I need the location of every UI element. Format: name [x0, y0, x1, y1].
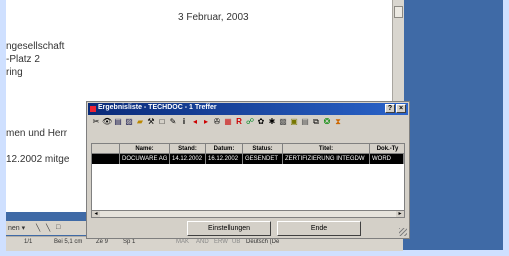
tool-icon[interactable]: ▣: [289, 117, 299, 127]
column-header-marker: [92, 144, 120, 154]
print-icon[interactable]: ▤: [113, 117, 123, 127]
table-row[interactable]: DOCUWARE AG 14.12.2002 16.12.2002 GESEND…: [92, 154, 404, 164]
tool-icon[interactable]: ✿: [256, 117, 266, 127]
settings-button[interactable]: Einstellungen: [187, 221, 271, 236]
help-button[interactable]: ?: [385, 104, 395, 113]
edit-icon[interactable]: ▨: [124, 117, 134, 127]
stamp-icon[interactable]: ⚒: [146, 117, 156, 127]
dialog-title: Ergebnisliste - TECHDOC - 1 Treffer: [98, 104, 217, 111]
next-icon[interactable]: ▸: [201, 117, 211, 127]
drawbar-label[interactable]: nen ▾: [8, 224, 25, 232]
column-header[interactable]: Status:: [243, 144, 283, 154]
cell-stand: 14.12.2002: [170, 154, 206, 164]
arrow-tool-icon[interactable]: ╲: [46, 224, 50, 232]
results-dialog: Ergebnisliste - TECHDOC - 1 Treffer ? × …: [86, 101, 410, 239]
column-header[interactable]: Dok.-Ty: [370, 144, 404, 154]
end-button[interactable]: Ende: [277, 221, 361, 236]
results-table[interactable]: Name: Stand: Datum: Status: Titel: Dok.-…: [91, 143, 405, 211]
view-icon[interactable]: 👁: [102, 117, 112, 127]
scroll-right-icon[interactable]: ▸: [396, 211, 404, 217]
cell-titel: ZERTIFIZIERUNG INTEGDW: [283, 154, 370, 164]
tool-icon[interactable]: ▦: [223, 117, 233, 127]
status-language: Deutsch (De: [246, 239, 280, 245]
status-line: Ze 9: [96, 239, 109, 245]
help-icon[interactable]: ❂: [322, 117, 332, 127]
tool-icon[interactable]: ✇: [212, 117, 222, 127]
tool-icon[interactable]: ⧉: [311, 117, 321, 127]
folder-icon[interactable]: ▰: [135, 117, 145, 127]
delete-icon[interactable]: R: [234, 117, 244, 127]
doc-line: ring: [6, 67, 23, 78]
doc-line: 12.2002 mitge: [6, 154, 70, 165]
page-icon[interactable]: □: [157, 117, 167, 127]
row-marker: [92, 154, 120, 164]
status-mode: MAK: [176, 239, 190, 245]
status-mode: ÜB: [232, 239, 241, 245]
tool-icon[interactable]: ✱: [267, 117, 277, 127]
scroll-thumb[interactable]: [394, 6, 403, 18]
horizontal-scrollbar[interactable]: ◂ ▸: [91, 210, 405, 218]
dialog-titlebar[interactable]: Ergebnisliste - TECHDOC - 1 Treffer ? ×: [88, 103, 408, 115]
status-mode: ÄND: [196, 239, 209, 245]
dialog-toolbar: ✂ 👁 ▤ ▨ ▰ ⚒ □ ✎ i ◂ ▸ ✇ ▦ R ☍ ✿ ✱ ▩ ▣ ▤ …: [89, 116, 407, 128]
status-column: Sp 1: [123, 239, 136, 245]
status-page: 1/1: [24, 239, 33, 245]
status-mode: ERW: [214, 239, 228, 245]
note-icon[interactable]: ✎: [168, 117, 178, 127]
tool-icon[interactable]: ▩: [278, 117, 288, 127]
scroll-left-icon[interactable]: ◂: [92, 211, 100, 217]
doc-line: men und Herr: [6, 128, 68, 139]
status-position: Bei 5,1 cm: [54, 239, 83, 245]
doc-line: -Platz 2: [6, 54, 40, 65]
prev-icon[interactable]: ◂: [190, 117, 200, 127]
info-icon[interactable]: i: [179, 117, 189, 127]
hourglass-icon[interactable]: ⧗: [333, 117, 343, 127]
column-header[interactable]: Name:: [120, 144, 170, 154]
line-tool-icon[interactable]: ╲: [36, 224, 40, 232]
tool-icon[interactable]: ✂: [91, 117, 101, 127]
column-header[interactable]: Titel:: [283, 144, 370, 154]
date-line: 3 Februar, 2003: [178, 12, 249, 23]
cell-datum: 16.12.2002: [206, 154, 243, 164]
column-header[interactable]: Stand:: [170, 144, 206, 154]
app-icon: [90, 106, 96, 112]
tool-icon[interactable]: ☍: [245, 117, 255, 127]
rectangle-tool-icon[interactable]: □: [56, 224, 60, 231]
cell-status: GESENDET: [243, 154, 283, 164]
cell-doktyp: WORD: [370, 154, 404, 164]
resize-grip-icon[interactable]: [399, 228, 407, 236]
column-header[interactable]: Datum:: [206, 144, 243, 154]
doc-line: ngesellschaft: [6, 41, 65, 52]
cell-name: DOCUWARE AG: [120, 154, 170, 164]
close-button[interactable]: ×: [396, 104, 406, 113]
tool-icon[interactable]: ▤: [300, 117, 310, 127]
